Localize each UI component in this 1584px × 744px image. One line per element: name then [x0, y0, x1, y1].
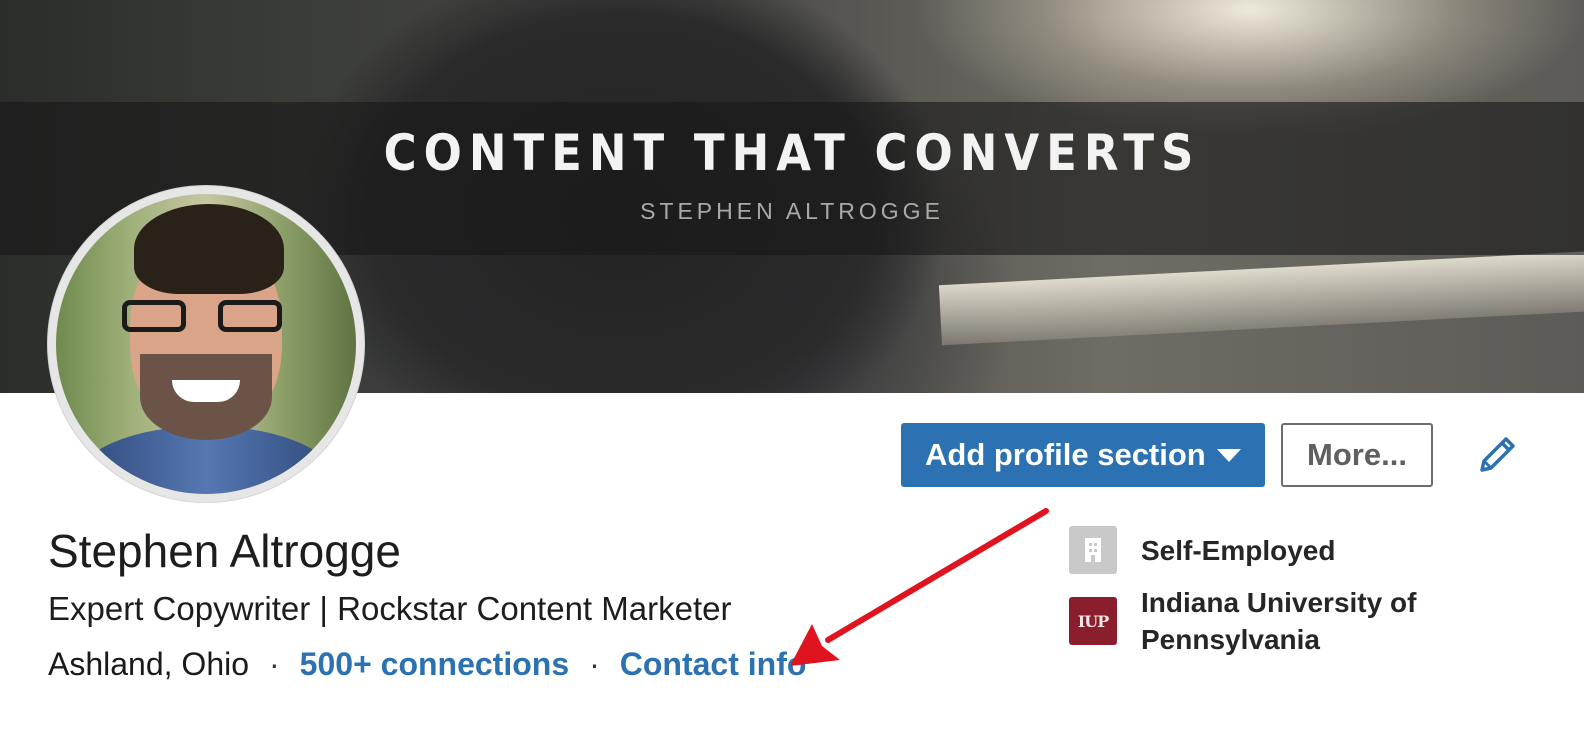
experience-item-self-employed[interactable]: Self-Employed: [1069, 526, 1335, 574]
experience-label: Self-Employed: [1141, 534, 1336, 566]
experience-label: Indiana University of Pennsylvania: [1141, 587, 1417, 655]
connections-link[interactable]: 500+ connections: [300, 646, 569, 683]
building-icon: [1069, 526, 1117, 574]
banner-headline: CONTENT THAT CONVERTS: [383, 124, 1201, 182]
banner-ridge: [938, 250, 1584, 346]
pencil-icon[interactable]: [1474, 432, 1520, 478]
school-logo: IUP: [1069, 597, 1117, 645]
add-profile-section-button[interactable]: Add profile section: [901, 423, 1265, 487]
contact-info-link[interactable]: Contact info: [620, 646, 807, 683]
profile-location: Ashland, Ohio: [48, 646, 250, 682]
profile-headline: Expert Copywriter | Rockstar Content Mar…: [48, 590, 732, 627]
avatar-photo: [56, 194, 356, 494]
profile-meta-line: Ashland, Ohio · 500+ connections · Conta…: [48, 646, 806, 683]
separator-dot: ·: [589, 646, 600, 682]
experience-item-school[interactable]: IUP Indiana University of Pennsylvania: [1069, 584, 1441, 658]
profile-name: Stephen Altrogge: [48, 525, 401, 577]
separator-dot: ·: [269, 646, 280, 682]
profile-avatar[interactable]: [48, 186, 364, 502]
caret-down-icon: [1217, 449, 1241, 462]
add-profile-section-label: Add profile section: [925, 437, 1206, 472]
more-button[interactable]: More...: [1281, 423, 1433, 487]
